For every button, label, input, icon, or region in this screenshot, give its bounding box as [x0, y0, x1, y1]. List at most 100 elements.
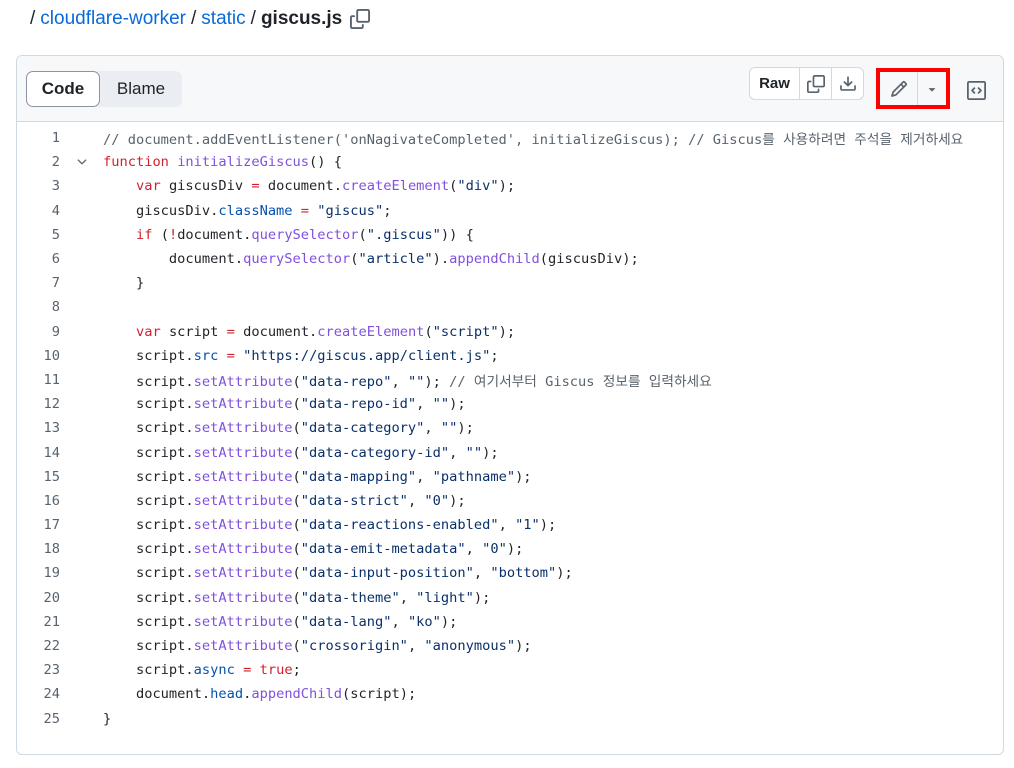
line-number[interactable]: 20	[17, 590, 60, 606]
file-actions-group: Raw	[749, 67, 864, 100]
code-text: script.src = "https://giscus.app/client.…	[103, 347, 499, 364]
code-text: script.setAttribute("data-category", "")…	[103, 420, 474, 437]
code-text: script.setAttribute("data-repo-id", "");	[103, 396, 466, 413]
edit-file-button[interactable]	[880, 72, 918, 105]
code-line: 12 script.setAttribute("data-repo-id", "…	[17, 392, 1003, 416]
code-text: script.setAttribute("data-theme", "light…	[103, 589, 491, 606]
blame-tab[interactable]: Blame	[100, 71, 182, 107]
code-text: script.setAttribute("data-input-position…	[103, 565, 573, 582]
code-text: script.setAttribute("data-strict", "0");	[103, 492, 466, 509]
code-line: 11 script.setAttribute("data-repo", "");…	[17, 368, 1003, 392]
breadcrumb-separator: /	[250, 8, 256, 29]
code-line: 8	[17, 295, 1003, 319]
download-button[interactable]	[831, 68, 863, 99]
code-line: 9 var script = document.createElement("s…	[17, 320, 1003, 344]
code-text: script.setAttribute("data-mapping", "pat…	[103, 468, 532, 485]
copy-icon	[350, 9, 371, 29]
code-text: script.setAttribute("data-reactions-enab…	[103, 517, 557, 534]
code-line: 2 function initializeGiscus() {	[17, 150, 1003, 174]
line-number[interactable]: 6	[17, 251, 60, 267]
copy-path-button[interactable]	[350, 9, 371, 29]
fold-toggle[interactable]	[60, 155, 103, 169]
line-number[interactable]: 19	[17, 565, 60, 581]
line-number[interactable]: 13	[17, 420, 60, 436]
pencil-icon	[890, 80, 907, 97]
copy-raw-button[interactable]	[799, 68, 831, 99]
breadcrumb-separator: /	[191, 8, 197, 29]
line-number[interactable]: 2	[17, 154, 60, 170]
download-icon	[839, 75, 856, 91]
code-line: 16 script.setAttribute("data-strict", "0…	[17, 489, 1003, 513]
code-line: 1 // document.addEventListener('onNagivat…	[17, 126, 1003, 150]
code-text: script.setAttribute("data-category-id", …	[103, 444, 499, 461]
edit-options-dropdown[interactable]	[918, 72, 946, 105]
breadcrumb-repo-link[interactable]: cloudflare-worker	[40, 8, 186, 30]
code-line: 24 document.head.appendChild(script);	[17, 682, 1003, 706]
line-number[interactable]: 4	[17, 203, 60, 219]
line-number[interactable]: 10	[17, 348, 60, 364]
line-number[interactable]: 14	[17, 445, 60, 461]
code-text: // document.addEventListener('onNagivate…	[103, 132, 964, 149]
code-text: document.head.appendChild(script);	[103, 686, 417, 703]
code-text: if (!document.querySelector(".giscus")) …	[135, 226, 474, 243]
line-number[interactable]: 8	[17, 299, 60, 315]
line-number[interactable]: 12	[17, 396, 60, 412]
line-number[interactable]: 1	[17, 130, 60, 146]
line-number[interactable]: 7	[17, 275, 60, 291]
code-square-icon	[966, 80, 986, 100]
line-number[interactable]: 9	[17, 324, 60, 340]
code-text: var giscusDiv = document.createElement("…	[135, 178, 516, 195]
code-line: 18 script.setAttribute("data-emit-metada…	[17, 537, 1003, 561]
code-line: 19 script.setAttribute("data-input-posit…	[17, 561, 1003, 585]
code-line: 25}	[17, 707, 1003, 731]
code-text: script.setAttribute("data-emit-metadata"…	[103, 541, 524, 558]
line-number[interactable]: 21	[17, 614, 60, 630]
line-number[interactable]: 24	[17, 686, 60, 702]
code-line: 7 }	[17, 271, 1003, 295]
copy-icon	[806, 74, 825, 93]
code-text: var script = document.createElement("scr…	[135, 323, 516, 340]
code-text: script.setAttribute("crossorigin", "anon…	[103, 638, 532, 655]
code-text: script.async = true;	[103, 662, 301, 679]
line-number[interactable]: 17	[17, 517, 60, 533]
code-text: script.setAttribute("data-repo", ""); //…	[103, 373, 712, 390]
chevron-down-icon	[77, 159, 86, 165]
code-line: 13 script.setAttribute("data-category", …	[17, 416, 1003, 440]
code-text: giscusDiv.className = "giscus";	[103, 202, 392, 219]
code-view: 1 // document.addEventListener('onNagivat…	[17, 122, 1003, 731]
code-text: function initializeGiscus() {	[103, 154, 343, 171]
view-mode-toggle: Code Blame	[26, 71, 182, 107]
line-number[interactable]: 18	[17, 541, 60, 557]
line-number[interactable]: 25	[17, 711, 60, 727]
breadcrumb: / cloudflare-worker / static / giscus.js	[30, 6, 371, 32]
breadcrumb-current-file: giscus.js	[260, 8, 343, 29]
code-text: document.querySelector("article").append…	[103, 251, 639, 268]
code-text: }	[103, 710, 112, 727]
code-line: 21 script.setAttribute("data-lang", "ko"…	[17, 610, 1003, 634]
code-text: }	[103, 275, 145, 292]
code-line: 5 if (!document.querySelector(".giscus")…	[17, 223, 1003, 247]
code-line: 15 script.setAttribute("data-mapping", "…	[17, 465, 1003, 489]
line-number[interactable]: 23	[17, 662, 60, 678]
code-line: 3 var giscusDiv = document.createElement…	[17, 174, 1003, 198]
line-number[interactable]: 5	[17, 227, 60, 243]
symbols-panel-button[interactable]	[961, 75, 991, 105]
triangle-down-icon	[928, 87, 936, 92]
code-text: script.setAttribute("data-lang", "ko");	[103, 613, 458, 630]
file-header: Code Blame Raw	[17, 56, 1003, 122]
line-number[interactable]: 22	[17, 638, 60, 654]
breadcrumb-folder-link[interactable]: static	[201, 8, 245, 30]
line-number[interactable]: 3	[17, 178, 60, 194]
line-number[interactable]: 15	[17, 469, 60, 485]
code-line: 22 script.setAttribute("crossorigin", "a…	[17, 634, 1003, 658]
breadcrumb-separator: /	[30, 8, 36, 29]
line-number[interactable]: 16	[17, 493, 60, 509]
code-line: 6 document.querySelector("article").appe…	[17, 247, 1003, 271]
code-line: 20 script.setAttribute("data-theme", "li…	[17, 586, 1003, 610]
line-number[interactable]: 11	[17, 372, 60, 388]
file-viewer: Code Blame Raw 1 // document.addEventLis…	[16, 55, 1004, 755]
edit-file-group	[876, 68, 950, 109]
code-line: 17 script.setAttribute("data-reactions-e…	[17, 513, 1003, 537]
code-tab[interactable]: Code	[26, 71, 100, 107]
raw-button[interactable]: Raw	[750, 68, 799, 99]
